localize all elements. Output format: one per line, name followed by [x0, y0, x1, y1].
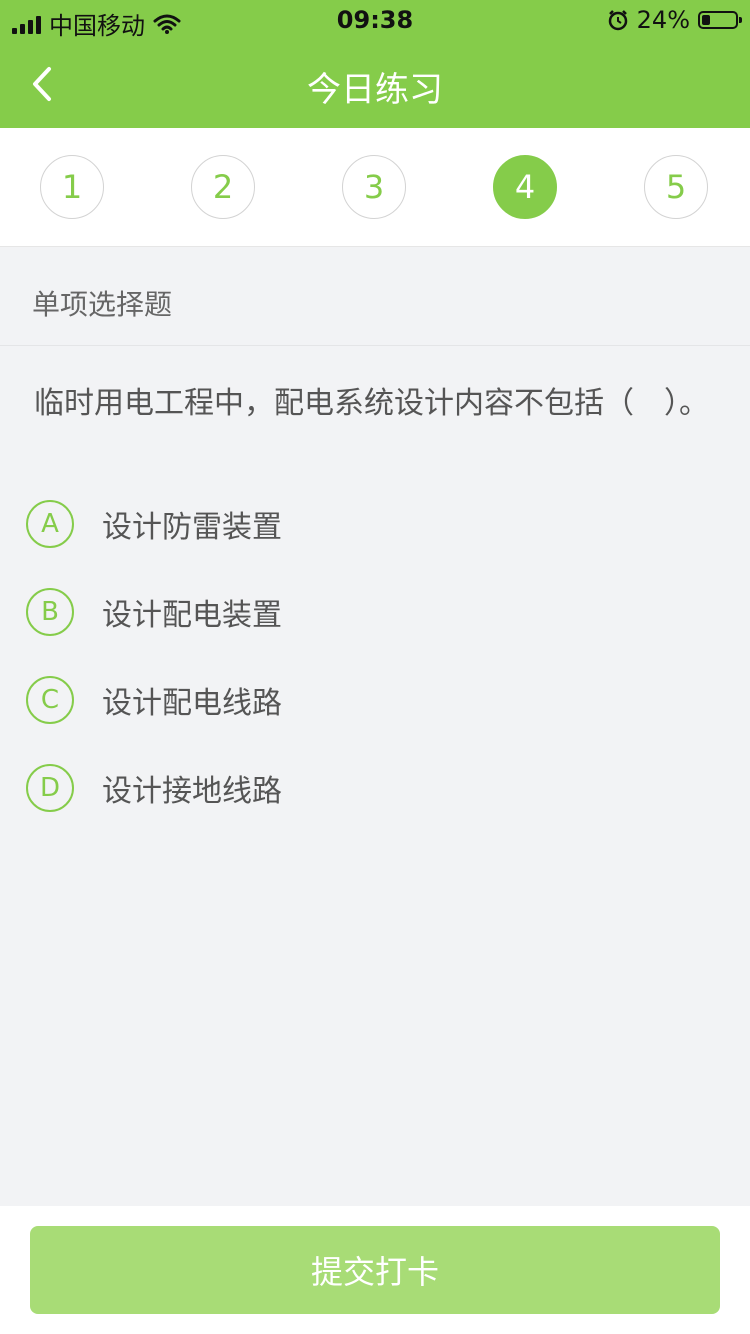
- option-d-letter: D: [26, 764, 74, 812]
- option-a[interactable]: A 设计防雷装置: [26, 499, 282, 549]
- bottom-bar: 提交打卡: [0, 1206, 750, 1334]
- option-b-text: 设计配电装置: [102, 598, 282, 633]
- option-c-text: 设计配电线路: [102, 686, 282, 721]
- step-2-button[interactable]: 2: [191, 155, 255, 219]
- step-5-button[interactable]: 5: [644, 155, 708, 219]
- option-b-letter: B: [26, 588, 74, 636]
- question-type-label: 单项选择题: [32, 288, 173, 321]
- option-c[interactable]: C 设计配电线路: [26, 675, 282, 725]
- step-1-button[interactable]: 1: [40, 155, 104, 219]
- status-bar: 中国移动 09:38 24%: [0, 0, 750, 40]
- submit-checkin-button[interactable]: 提交打卡: [30, 1226, 720, 1314]
- option-c-letter: C: [26, 676, 74, 724]
- question-type-section: 单项选择题: [0, 247, 750, 346]
- question-text: 临时用电工程中，配电系统设计内容不包括（ ）。: [34, 386, 709, 421]
- step-3-button[interactable]: 3: [342, 155, 406, 219]
- step-4-button[interactable]: 4: [493, 155, 557, 219]
- alarm-icon: [608, 10, 627, 31]
- question-step-row: 1 2 3 4 5: [0, 128, 750, 247]
- battery-level-fill: [702, 15, 710, 25]
- status-right: 24%: [607, 6, 742, 34]
- page-title: 今日练习: [307, 70, 443, 110]
- battery-percent: 24%: [636, 6, 690, 34]
- nav-bar: 今日练习: [0, 40, 750, 128]
- option-a-text: 设计防雷装置: [102, 510, 282, 545]
- battery-icon: [698, 11, 742, 29]
- option-d-text: 设计接地线路: [102, 774, 282, 809]
- option-d[interactable]: D 设计接地线路: [26, 763, 282, 813]
- option-b[interactable]: B 设计配电装置: [26, 587, 282, 637]
- option-a-letter: A: [26, 500, 74, 548]
